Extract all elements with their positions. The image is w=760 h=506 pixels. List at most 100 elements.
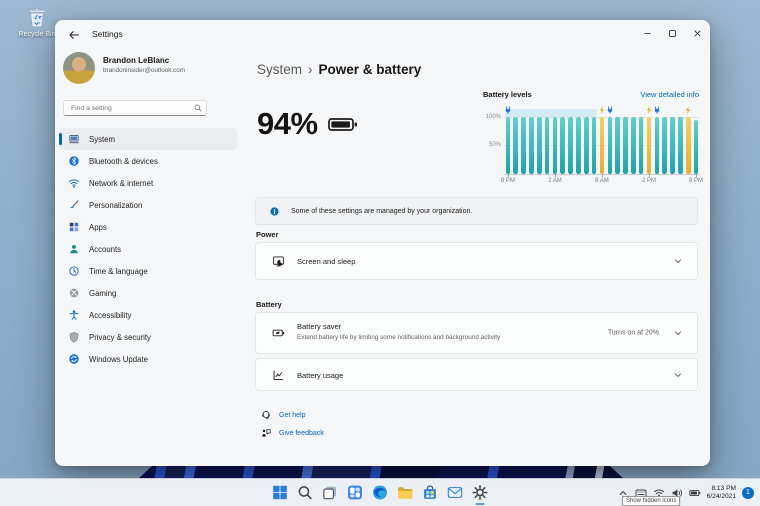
- notification-badge[interactable]: 1: [742, 486, 754, 499]
- view-detailed-info-link[interactable]: View detailed info: [640, 90, 699, 99]
- get-help-link[interactable]: Get help: [261, 410, 305, 420]
- plug-icon: [607, 106, 613, 114]
- chevron-down-icon[interactable]: [673, 370, 683, 380]
- sidebar-item-apps[interactable]: Apps: [59, 216, 237, 238]
- tray-time: 8:13 PM: [711, 484, 736, 492]
- battery-bar: [560, 117, 566, 174]
- x-tick-label: 8 PM: [500, 178, 515, 184]
- back-button[interactable]: [65, 26, 83, 44]
- card-subtitle: Extend battery life by limiting some not…: [297, 334, 501, 341]
- start: [272, 484, 289, 501]
- battery-saver-icon: [272, 327, 285, 340]
- taskbar-button-widgets[interactable]: [347, 484, 364, 501]
- sidebar-item-windows-update[interactable]: Windows Update: [59, 348, 237, 370]
- user-email: brandoninsider@outlook.com: [103, 67, 186, 74]
- accounts-icon: [68, 243, 80, 255]
- give-feedback-icon: [261, 428, 271, 438]
- card-battery-saver[interactable]: Battery saver Extend battery life by lim…: [255, 312, 698, 354]
- time-language-icon: [68, 265, 80, 277]
- info-icon: [270, 206, 279, 216]
- edge: [372, 484, 389, 501]
- battery-bar: [654, 117, 660, 174]
- desktop: Recycle Bin Settings Brandon LeBlanc bra…: [0, 0, 760, 506]
- x-tick: [649, 174, 651, 177]
- x-tick-label: 8 PM: [689, 178, 704, 184]
- chevron-down-icon[interactable]: [673, 256, 683, 266]
- taskbar-button-start[interactable]: [272, 484, 289, 501]
- battery-bar: [638, 117, 644, 174]
- breadcrumb-separator: ›: [308, 62, 313, 77]
- main-content: System › Power & battery 94% Battery level…: [255, 20, 703, 466]
- card-title: Screen and sleep: [297, 257, 356, 266]
- taskbar-button-store[interactable]: [422, 484, 439, 501]
- bolt-icon: [646, 106, 652, 114]
- battery-bar-charging: [685, 117, 691, 174]
- recycle-bin-icon: [24, 4, 50, 30]
- battery-bar: [670, 117, 675, 174]
- chart-plot-area: 100% 50% 8 PM 2 AM 8 AM 2 PM 8 PM: [483, 103, 703, 185]
- battery-levels-chart: Battery levels View detailed info 100% 50…: [483, 90, 703, 185]
- battery-bar: [631, 117, 636, 174]
- user-name: Brandon LeBlanc: [103, 56, 170, 65]
- battery-bar: [529, 117, 534, 174]
- plugged-in-band: [505, 109, 598, 117]
- sidebar-item-privacy-security[interactable]: Privacy & security: [59, 326, 237, 348]
- bolt-icon: [599, 106, 605, 114]
- taskbar-button-task-view[interactable]: [322, 484, 339, 501]
- tooltip-show-hidden-icons: Show hidden icons: [622, 496, 681, 506]
- sidebar-item-personalization[interactable]: Personalization: [59, 194, 237, 216]
- sidebar-item-system[interactable]: System: [59, 128, 237, 150]
- taskbar-button-search[interactable]: [297, 484, 314, 501]
- card-battery-usage[interactable]: Battery usage: [255, 358, 698, 391]
- sidebar-item-time-language[interactable]: Time & language: [59, 260, 237, 282]
- search-input[interactable]: [69, 101, 191, 115]
- taskbar-button-mail[interactable]: [447, 484, 464, 501]
- sidebar-item-gaming[interactable]: Gaming: [59, 282, 237, 304]
- sidebar-item-accessibility[interactable]: Accessibility: [59, 304, 237, 326]
- window-title: Settings: [92, 29, 123, 39]
- sidebar-item-bluetooth-devices[interactable]: Bluetooth & devices: [59, 150, 237, 172]
- sidebar-item-label: Bluetooth & devices: [89, 156, 158, 166]
- mail: [447, 484, 464, 501]
- taskbar-button-file-explorer[interactable]: [397, 484, 414, 501]
- chevron-down-icon[interactable]: [673, 328, 683, 338]
- managed-settings-banner: Some of these settings are managed by yo…: [255, 197, 698, 225]
- gaming-icon: [68, 287, 80, 299]
- network-icon: [68, 177, 80, 189]
- card-title: Battery usage: [297, 371, 344, 380]
- sidebar-item-label: Privacy & security: [89, 332, 151, 342]
- battery-bar: [662, 117, 667, 174]
- sidebar-item-label: System: [89, 134, 115, 144]
- battery-bar: [552, 117, 558, 174]
- battery-bar: [591, 117, 597, 174]
- card-screen-and-sleep[interactable]: Screen and sleep: [255, 242, 698, 280]
- battery-bar-charging: [646, 117, 652, 174]
- taskbar-button-edge[interactable]: [372, 484, 389, 501]
- breadcrumb-parent[interactable]: System: [257, 62, 302, 77]
- card-value: Turns on at 20%: [607, 329, 659, 337]
- task-view: [322, 484, 339, 501]
- section-label-battery: Battery: [256, 300, 282, 309]
- battery-bar: [513, 117, 519, 174]
- x-tick: [507, 174, 509, 177]
- taskbar-button-settings[interactable]: [472, 484, 489, 505]
- battery-tray-icon[interactable]: [689, 487, 701, 499]
- avatar-face: [72, 57, 86, 72]
- tray-date: 6/24/2021: [706, 492, 736, 500]
- file-explorer: [397, 484, 414, 501]
- sidebar-item-accounts[interactable]: Accounts: [59, 238, 237, 260]
- get-help-icon: [261, 410, 271, 420]
- avatar[interactable]: [63, 52, 95, 84]
- plug-icon: [505, 106, 511, 114]
- clock[interactable]: 8:13 PM 6/24/2021: [707, 485, 736, 501]
- give-feedback-link[interactable]: Give feedback: [261, 428, 324, 438]
- battery-bar: [536, 117, 542, 174]
- back-arrow-icon: [68, 29, 80, 41]
- link-label: Get help: [279, 411, 306, 419]
- sidebar-item-network-internet[interactable]: Network & internet: [59, 172, 237, 194]
- search-box: [63, 100, 207, 116]
- battery-summary: 94%: [257, 106, 358, 142]
- battery-bar: [576, 117, 581, 174]
- screen-and-sleep-icon: [272, 255, 285, 268]
- section-label-power: Power: [256, 230, 279, 239]
